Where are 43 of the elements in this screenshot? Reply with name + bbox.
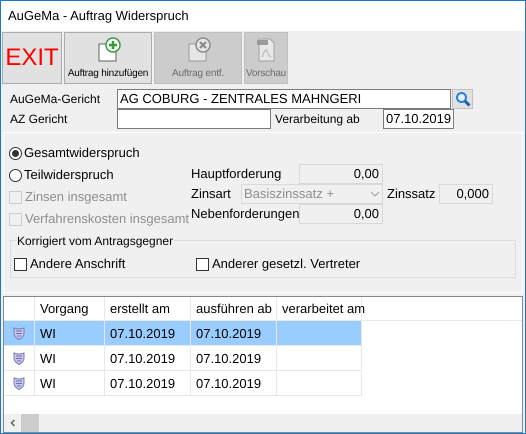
add-button[interactable]: Auftrag hinzufügen — [64, 32, 152, 84]
table-row[interactable]: WI 07.10.2019 07.10.2019 — [4, 321, 362, 346]
amount-field[interactable]: 0,00 — [299, 164, 383, 184]
radio-option[interactable]: Teilwiderspruch — [9, 164, 191, 186]
table-cell: 07.10.2019 — [191, 371, 277, 395]
search-button[interactable] — [452, 89, 473, 109]
table-cell: WI — [35, 346, 105, 370]
horizontal-scrollbar[interactable] — [4, 414, 522, 432]
field-label: Zinsart — [191, 185, 232, 204]
reference-field[interactable] — [117, 109, 271, 129]
checkbox-option[interactable]: Anderer gesetzl. Vertreter — [196, 253, 360, 275]
field-label: AZ Gericht — [10, 111, 68, 128]
scrollbar-thumb[interactable] — [21, 414, 39, 432]
table-cell: 07.10.2019 — [105, 346, 191, 370]
table-cell: 07.10.2019 — [105, 371, 191, 395]
search-icon — [454, 91, 470, 107]
table-row[interactable]: WI 07.10.2019 07.10.2019 — [4, 346, 362, 371]
field-label: Hauptforderung — [191, 165, 282, 184]
amount-field[interactable]: 0,00 — [299, 204, 383, 224]
table-row[interactable]: WI 07.10.2019 07.10.2019 — [4, 371, 362, 396]
table-cell: 07.10.2019 — [191, 321, 277, 345]
shield-icon — [13, 376, 25, 390]
table-cell: 07.10.2019 — [105, 321, 191, 345]
table-cell: WI — [35, 321, 105, 345]
column-header[interactable]: erstellt am — [105, 297, 191, 320]
table-cell: WI — [35, 371, 105, 395]
date-field[interactable]: 07.10.2019 — [383, 109, 454, 129]
window-title: AuGeMa - Auftrag Widerspruch — [8, 7, 189, 26]
table-cell: 07.10.2019 — [191, 346, 277, 370]
field-label: AuGeMa-Gericht — [10, 91, 102, 108]
field-label: Verarbeitung ab — [275, 111, 361, 128]
shield-icon — [13, 326, 25, 340]
rate-field[interactable]: 0,000 — [439, 184, 493, 204]
column-header[interactable]: verarbeitet am — [277, 297, 362, 320]
shield-icon — [13, 352, 25, 364]
column-header[interactable]: Vorgang — [35, 297, 105, 320]
field-label: Nebenforderungen — [191, 205, 299, 224]
checkbox-option[interactable]: Andere Anschrift — [14, 253, 196, 275]
caret-icon — [370, 191, 380, 197]
column-header[interactable]: ausführen ab — [191, 297, 277, 320]
court-field[interactable]: AG COBURG - ZENTRALES MAHNGERI — [117, 89, 451, 109]
radio-option[interactable]: Gesamtwiderspruch — [9, 142, 191, 164]
field-label: Zinssatz — [387, 185, 436, 204]
